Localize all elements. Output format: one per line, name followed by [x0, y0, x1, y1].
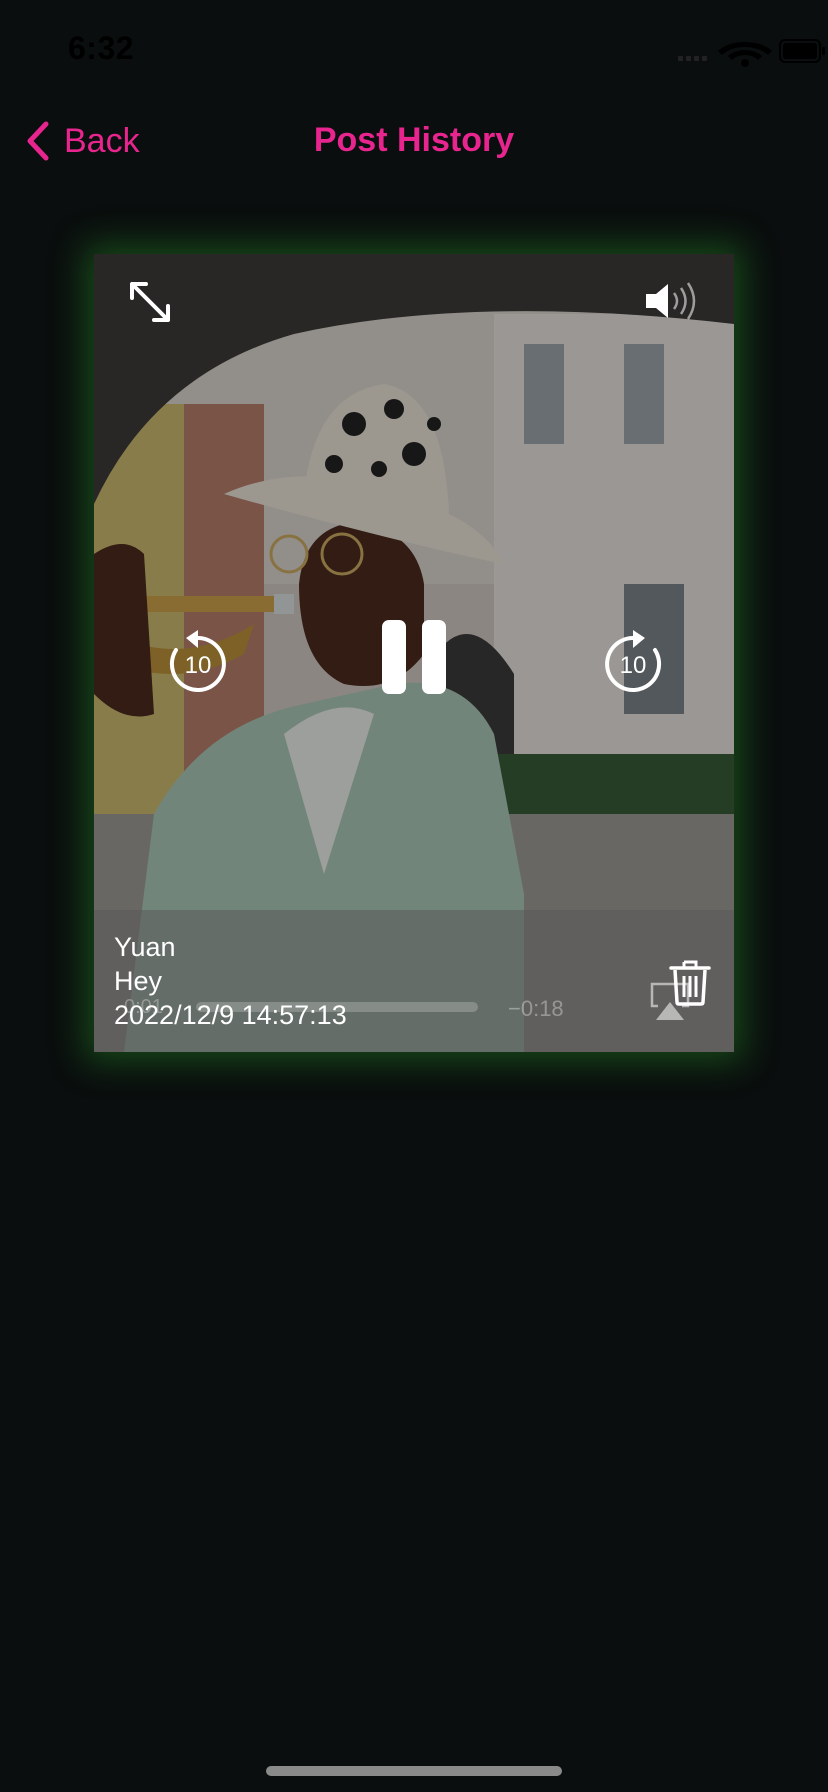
pause-icon	[382, 620, 446, 694]
back-button[interactable]: Back	[24, 118, 140, 164]
expand-icon[interactable]	[128, 280, 172, 324]
time-remaining: −0:18	[508, 996, 564, 1021]
status-time: 6:32	[68, 30, 135, 66]
trash-icon	[669, 960, 711, 1006]
skip-back-seconds: 10	[184, 652, 212, 679]
post-video-card[interactable]: 10 10 0:01 −0:18 Yuan Hey 2022/12/9 14:5…	[94, 254, 734, 1052]
volume-icon[interactable]	[644, 278, 702, 324]
signal-icon	[678, 56, 707, 61]
delete-post-button[interactable]	[669, 960, 711, 1006]
post-info: Yuan Hey 2022/12/9 14:57:13	[114, 930, 347, 1032]
skip-forward-seconds: 10	[619, 652, 647, 679]
battery-icon	[779, 39, 825, 63]
post-message: Hey	[114, 966, 163, 996]
skip-back-button[interactable]: 10	[168, 626, 228, 692]
post-history-screen: 6:32 Post History Back 10 10 0:01 −0:18 …	[0, 0, 828, 1792]
post-timestamp: 2022/12/9 14:57:13	[114, 1000, 347, 1030]
pause-button[interactable]	[380, 618, 448, 696]
player-bottom-bar: 0:01 −0:18 Yuan Hey 2022/12/9 14:57:13	[94, 910, 734, 1052]
home-indicator	[266, 1766, 562, 1776]
skip-forward-button[interactable]: 10	[603, 626, 663, 692]
back-label: Back	[64, 121, 140, 160]
chevron-left-icon	[27, 121, 49, 161]
post-author: Yuan	[114, 932, 176, 962]
status-icons	[628, 34, 828, 68]
wifi-icon	[718, 42, 772, 67]
